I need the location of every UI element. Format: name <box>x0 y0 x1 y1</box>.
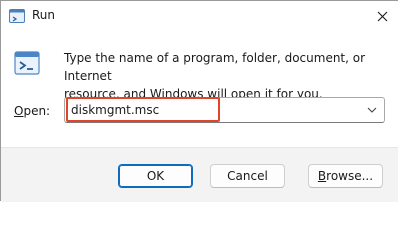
open-combobox[interactable] <box>64 97 385 123</box>
run-dialog: Run Type the name of a program, folder, … <box>0 0 398 202</box>
run-icon <box>14 51 40 75</box>
close-icon <box>377 11 388 22</box>
button-bar: OK Cancel Browse... <box>1 147 398 202</box>
chevron-down-icon <box>367 107 377 113</box>
close-button[interactable] <box>367 3 397 29</box>
browse-label-rest: rowse... <box>326 169 374 183</box>
dropdown-button[interactable] <box>364 99 380 121</box>
window-title: Run <box>32 8 56 22</box>
browse-button[interactable]: Browse... <box>308 164 383 188</box>
open-label-rest: pen: <box>23 104 51 118</box>
instruction-text: Type the name of a program, folder, docu… <box>64 49 384 103</box>
cancel-button[interactable]: Cancel <box>210 164 285 188</box>
browse-mnemonic: B <box>317 169 327 183</box>
open-label: Open: <box>14 104 50 118</box>
run-icon <box>9 9 25 23</box>
ok-button[interactable]: OK <box>118 164 193 188</box>
instruction-line-1: Type the name of a program, folder, docu… <box>64 51 366 83</box>
title-bar[interactable]: Run <box>1 1 398 31</box>
open-input[interactable] <box>66 99 356 121</box>
